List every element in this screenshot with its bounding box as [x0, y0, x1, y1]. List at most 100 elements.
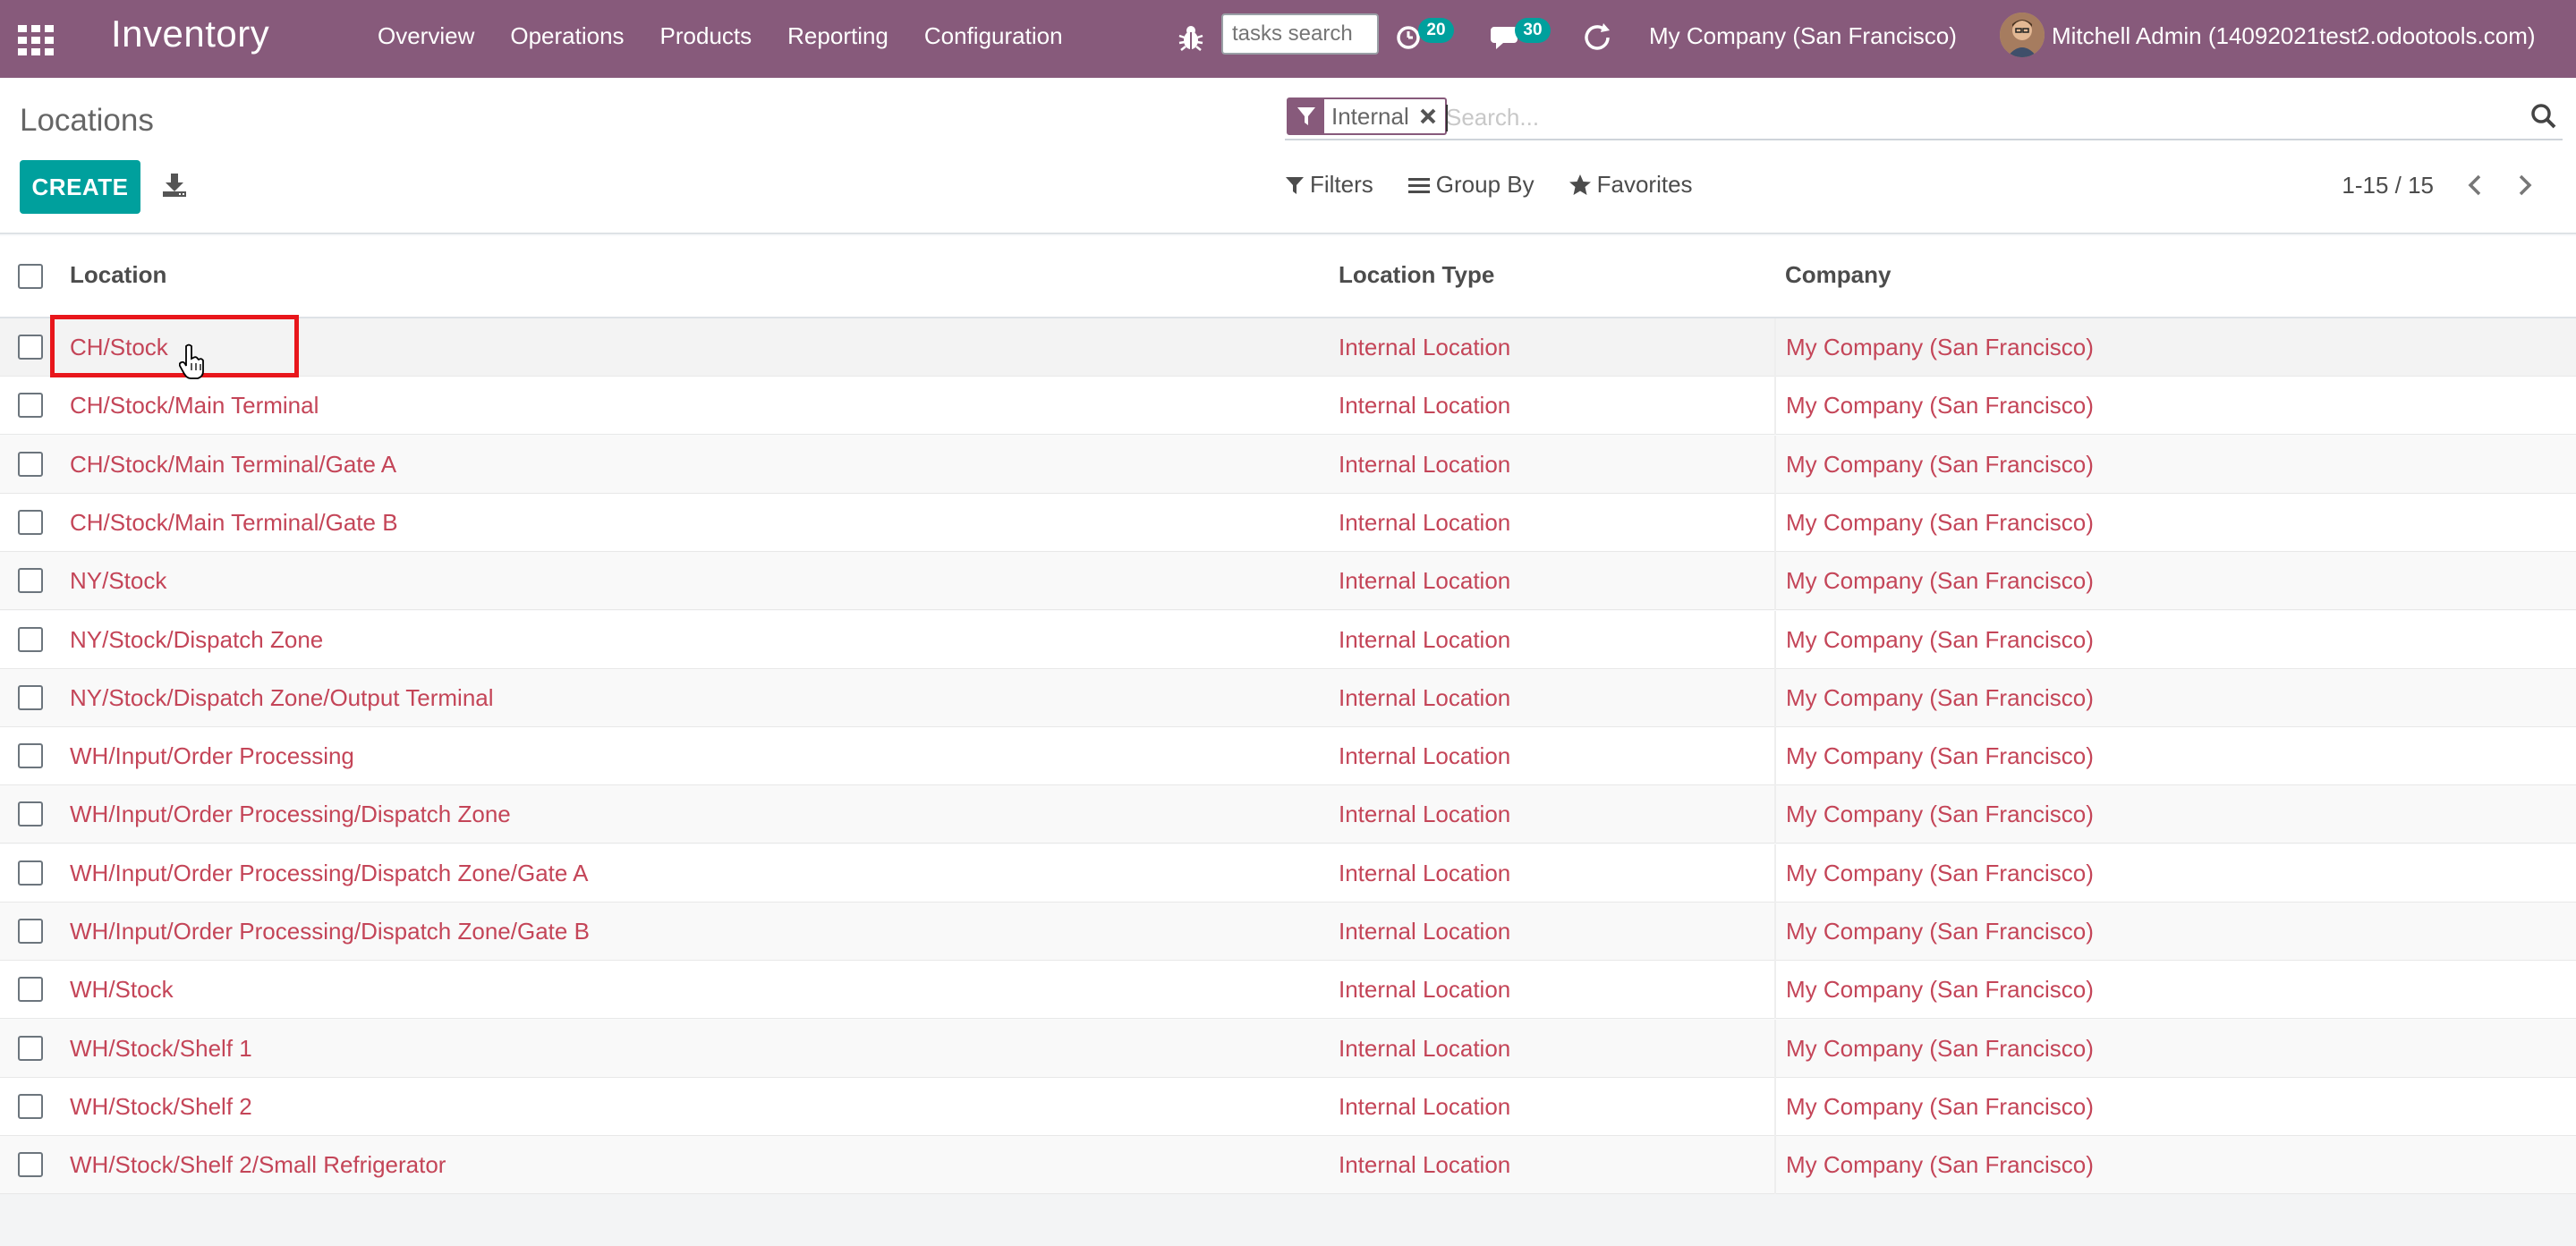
location-type-cell[interactable]: Internal Location [1339, 860, 1510, 887]
location-cell[interactable]: CH/Stock/Main Terminal [70, 392, 319, 420]
location-type-cell[interactable]: Internal Location [1339, 1093, 1510, 1121]
location-cell[interactable]: WH/Stock [70, 976, 174, 1004]
company-cell[interactable]: My Company (San Francisco) [1786, 918, 2094, 945]
user-avatar[interactable] [2000, 13, 2045, 57]
location-cell[interactable]: WH/Input/Order Processing/Dispatch Zone/… [70, 918, 590, 945]
company-cell[interactable]: My Company (San Francisco) [1786, 684, 2094, 712]
location-type-cell[interactable]: Internal Location [1339, 918, 1510, 945]
row-checkbox[interactable] [18, 335, 43, 360]
pager-previous-button[interactable] [2457, 169, 2493, 201]
table-row[interactable]: WH/Input/Order Processing/Dispatch Zone I… [0, 785, 2576, 844]
company-cell[interactable]: My Company (San Francisco) [1786, 801, 2094, 828]
row-checkbox[interactable] [18, 860, 43, 886]
row-checkbox[interactable] [18, 801, 43, 827]
location-cell[interactable]: WH/Input/Order Processing/Dispatch Zone/… [70, 860, 588, 887]
location-cell[interactable]: WH/Stock/Shelf 2/Small Refrigerator [70, 1151, 446, 1179]
column-header-location-type[interactable]: Location Type [1339, 261, 1494, 289]
row-checkbox[interactable] [18, 919, 43, 944]
table-row[interactable]: NY/Stock/Dispatch Zone/Output Terminal In… [0, 668, 2576, 727]
table-row[interactable]: CH/Stock/Main Terminal Internal Location M… [0, 377, 2576, 436]
company-cell[interactable]: My Company (San Francisco) [1786, 509, 2094, 537]
table-row[interactable]: CH/Stock Internal Location My Company (San… [0, 318, 2576, 377]
table-row[interactable]: WH/Input/Order Processing Internal Locati… [0, 727, 2576, 786]
location-type-cell[interactable]: Internal Location [1339, 801, 1510, 828]
row-checkbox[interactable] [18, 1093, 43, 1119]
table-row[interactable]: WH/Stock/Shelf 1 Internal Location My Comp… [0, 1019, 2576, 1078]
row-checkbox[interactable] [18, 743, 43, 769]
row-checkbox[interactable] [18, 977, 43, 1003]
menu-overview[interactable]: Overview [378, 22, 492, 50]
row-checkbox[interactable] [18, 451, 43, 477]
search-icon[interactable] [2530, 103, 2557, 130]
table-row[interactable]: WH/Input/Order Processing/Dispatch Zone/… [0, 843, 2576, 903]
location-type-cell[interactable]: Internal Location [1339, 1151, 1510, 1179]
company-cell[interactable]: My Company (San Francisco) [1786, 860, 2094, 887]
company-cell[interactable]: My Company (San Francisco) [1786, 1151, 2094, 1179]
location-cell[interactable]: CH/Stock/Main Terminal/Gate B [70, 509, 398, 537]
user-menu[interactable]: Mitchell Admin (14092021test2.odootools.… [2052, 22, 2536, 50]
location-type-cell[interactable]: Internal Location [1339, 626, 1510, 654]
location-type-cell[interactable]: Internal Location [1339, 509, 1510, 537]
location-cell[interactable]: CH/Stock [70, 334, 168, 361]
column-header-company[interactable]: Company [1785, 261, 1891, 289]
company-cell[interactable]: My Company (San Francisco) [1786, 334, 2094, 361]
company-cell[interactable]: My Company (San Francisco) [1786, 1035, 2094, 1063]
location-type-cell[interactable]: Internal Location [1339, 451, 1510, 479]
location-cell[interactable]: NY/Stock/Dispatch Zone/Output Terminal [70, 684, 494, 712]
location-cell[interactable]: WH/Input/Order Processing [70, 742, 354, 770]
location-type-cell[interactable]: Internal Location [1339, 976, 1510, 1004]
row-checkbox[interactable] [18, 684, 43, 710]
location-cell[interactable]: WH/Stock/Shelf 2 [70, 1093, 252, 1121]
location-cell[interactable]: NY/Stock [70, 567, 166, 595]
row-checkbox[interactable] [18, 509, 43, 535]
row-checkbox[interactable] [18, 626, 43, 652]
table-row[interactable]: WH/Stock/Shelf 2 Internal Location My Comp… [0, 1077, 2576, 1136]
menu-configuration[interactable]: Configuration [906, 22, 1081, 50]
menu-products[interactable]: Products [642, 22, 770, 50]
table-row[interactable]: CH/Stock/Main Terminal/Gate B Internal Lo… [0, 493, 2576, 552]
facet-remove-icon[interactable] [1416, 105, 1440, 128]
favorites-button[interactable]: Favorites [1569, 171, 1693, 199]
company-cell[interactable]: My Company (San Francisco) [1786, 976, 2094, 1004]
tasks-search-input[interactable] [1221, 13, 1379, 55]
create-button[interactable]: CREATE [20, 160, 140, 214]
company-cell[interactable]: My Company (San Francisco) [1786, 451, 2094, 479]
groupby-button[interactable]: Group By [1407, 171, 1535, 199]
location-cell[interactable]: WH/Input/Order Processing/Dispatch Zone [70, 801, 511, 828]
table-row[interactable]: NY/Stock Internal Location My Company (San… [0, 552, 2576, 611]
location-type-cell[interactable]: Internal Location [1339, 742, 1510, 770]
row-checkbox[interactable] [18, 1035, 43, 1061]
company-cell[interactable]: My Company (San Francisco) [1786, 392, 2094, 420]
bug-icon[interactable] [1177, 23, 1204, 52]
location-type-cell[interactable]: Internal Location [1339, 1035, 1510, 1063]
table-row[interactable]: WH/Stock/Shelf 2/Small Refrigerator Inter… [0, 1136, 2576, 1195]
location-type-cell[interactable]: Internal Location [1339, 334, 1510, 361]
table-row[interactable]: NY/Stock/Dispatch Zone Internal Location M… [0, 610, 2576, 669]
column-header-location[interactable]: Location [70, 261, 166, 289]
table-row[interactable]: WH/Input/Order Processing/Dispatch Zone/… [0, 903, 2576, 961]
table-row[interactable]: WH/Stock Internal Location My Company (San… [0, 961, 2576, 1020]
apps-menu-icon[interactable] [18, 25, 54, 55]
company-cell[interactable]: My Company (San Francisco) [1786, 742, 2094, 770]
company-switcher[interactable]: My Company (San Francisco) [1649, 22, 1957, 50]
company-cell[interactable]: My Company (San Francisco) [1786, 567, 2094, 595]
location-type-cell[interactable]: Internal Location [1339, 567, 1510, 595]
row-checkbox[interactable] [18, 1152, 43, 1178]
location-type-cell[interactable]: Internal Location [1339, 684, 1510, 712]
location-cell[interactable]: CH/Stock/Main Terminal/Gate A [70, 451, 396, 479]
select-all-checkbox[interactable] [18, 264, 43, 289]
menu-operations[interactable]: Operations [492, 22, 642, 50]
location-cell[interactable]: WH/Stock/Shelf 1 [70, 1035, 252, 1063]
menu-reporting[interactable]: Reporting [769, 22, 906, 50]
location-cell[interactable]: NY/Stock/Dispatch Zone [70, 626, 323, 654]
filters-button[interactable]: Filters [1285, 171, 1373, 199]
download-icon[interactable] [161, 172, 188, 199]
pager-value[interactable]: 1-15 / 15 [2342, 172, 2434, 199]
table-row[interactable]: CH/Stock/Main Terminal/Gate A Internal Lo… [0, 435, 2576, 494]
company-cell[interactable]: My Company (San Francisco) [1786, 626, 2094, 654]
row-checkbox[interactable] [18, 393, 43, 419]
company-cell[interactable]: My Company (San Francisco) [1786, 1093, 2094, 1121]
row-checkbox[interactable] [18, 568, 43, 594]
company-switch-icon[interactable] [1581, 21, 1613, 54]
search-input[interactable] [1446, 101, 2502, 133]
